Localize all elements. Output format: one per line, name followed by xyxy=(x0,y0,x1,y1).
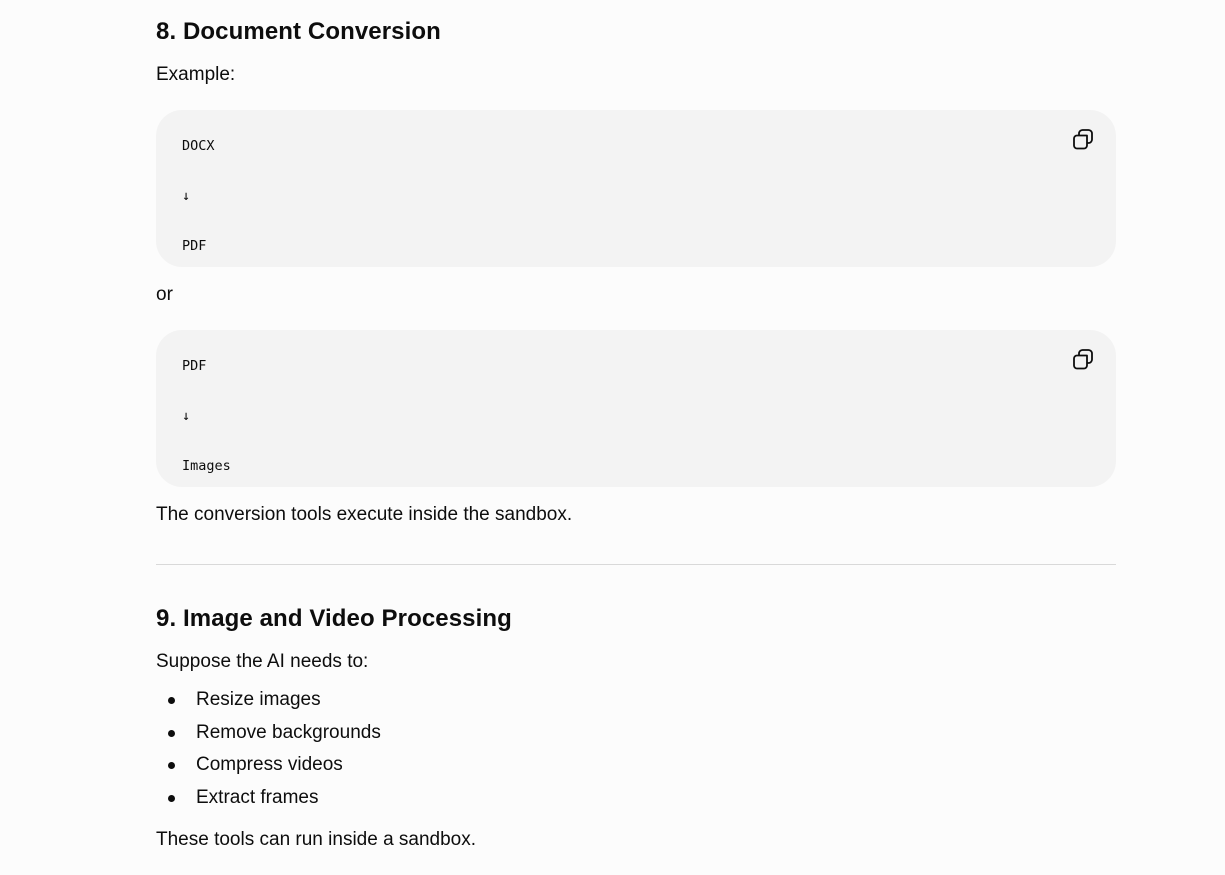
code-line: PDF xyxy=(182,358,207,374)
list-item: Remove backgrounds xyxy=(156,717,1116,750)
copy-code-button[interactable] xyxy=(1070,346,1096,372)
code-block-docx-pdf: DOCX ↓ PDF xyxy=(156,110,1116,267)
code-line: PDF xyxy=(182,238,207,254)
example-label: Example: xyxy=(156,64,236,85)
list-item: Extract frames xyxy=(156,782,1116,815)
copy-icon xyxy=(1073,349,1093,370)
copy-code-button[interactable] xyxy=(1070,126,1096,152)
list-item: Compress videos xyxy=(156,749,1116,782)
processing-list: Resize images Remove backgrounds Compres… xyxy=(156,684,1116,814)
code-block-pdf-images: PDF ↓ Images xyxy=(156,330,1116,487)
code-line: ↓ xyxy=(182,408,191,424)
copy-icon xyxy=(1073,129,1093,150)
section-heading-document-conversion: 8. Document Conversion xyxy=(156,18,441,45)
processing-conclusion: These tools can run inside a sandbox. xyxy=(156,829,477,850)
code-line: ↓ xyxy=(182,188,191,204)
conversion-conclusion: The conversion tools execute inside the … xyxy=(156,504,573,525)
processing-intro: Suppose the AI needs to: xyxy=(156,651,369,672)
code-line: DOCX xyxy=(182,138,215,154)
or-connector: or xyxy=(156,284,173,305)
list-item: Resize images xyxy=(156,684,1116,717)
code-line: Images xyxy=(182,458,231,474)
chat-page: 8. Document Conversion Example: DOCX ↓ P… xyxy=(0,0,1225,875)
section-heading-image-video: 9. Image and Video Processing xyxy=(156,605,512,632)
section-divider xyxy=(156,564,1116,565)
